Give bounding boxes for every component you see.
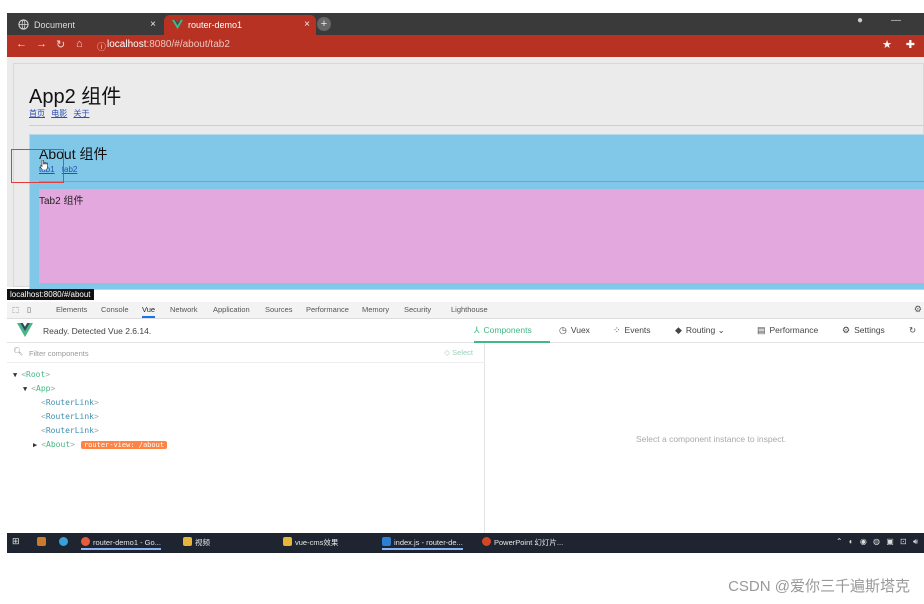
- filter-bar: 🔍︎ Filter components ◇ Select: [7, 343, 485, 363]
- status-url-tooltip: localhost:8080/#/about: [7, 289, 94, 300]
- close-icon[interactable]: ×: [150, 15, 156, 35]
- tree-node-root[interactable]: ▼ <Root>: [13, 370, 50, 379]
- divider: [39, 181, 924, 182]
- vue-logo-icon: [17, 323, 33, 337]
- browser-tab-strip: Document × router-demo1 × + ● —: [7, 13, 924, 35]
- tab-application[interactable]: Application: [213, 305, 250, 314]
- url-host: localhost: [107, 39, 147, 50]
- address-bar: ← → ↻ ⌂ ⓘ localhost:8080/#/about/tab2 ★ …: [7, 35, 924, 57]
- chrome-icon[interactable]: [59, 537, 71, 547]
- vscode-icon: [382, 537, 391, 546]
- taskbar-item-powerpoint[interactable]: PowerPoint 幻灯片...: [482, 537, 563, 548]
- tree-node-routerlink[interactable]: <RouterLink>: [41, 426, 99, 435]
- vue-devtools-header: Ready. Detected Vue 2.6.14. ⅄ Components …: [7, 319, 924, 343]
- tab2-component: Tab2 组件: [39, 189, 924, 283]
- filter-input[interactable]: Filter components: [29, 349, 89, 358]
- settings-icon: ⚙: [842, 325, 851, 335]
- tab-document[interactable]: Document ×: [10, 15, 162, 35]
- tree-node-routerlink[interactable]: <RouterLink>: [41, 412, 99, 421]
- watermark: CSDN @爱你三千遍斯塔克: [728, 578, 910, 595]
- settings-gear-icon[interactable]: ⚙: [914, 304, 922, 315]
- back-arrow-icon[interactable]: ←: [16, 38, 27, 50]
- tab-sources[interactable]: Sources: [265, 305, 293, 314]
- routing-icon: ◆: [675, 325, 682, 335]
- tab-title: router-demo1: [188, 20, 243, 30]
- taskbar-item-browser[interactable]: router-demo1 - Go...: [81, 537, 161, 550]
- tab2-title: Tab2 组件: [39, 196, 84, 207]
- link-about[interactable]: 关于: [73, 109, 89, 118]
- history-icon: ◷: [559, 325, 567, 335]
- star-icon[interactable]: ★: [882, 38, 892, 51]
- app-icon[interactable]: [37, 537, 49, 547]
- hand-cursor-icon: [40, 160, 48, 170]
- forward-arrow-icon[interactable]: →: [36, 38, 47, 50]
- tab-console[interactable]: Console: [101, 305, 129, 314]
- tree-node-routerlink[interactable]: <RouterLink>: [41, 398, 99, 407]
- globe-icon: [18, 19, 29, 30]
- app-nav: 首页 电影 关于: [29, 108, 93, 119]
- tab-memory[interactable]: Memory: [362, 305, 389, 314]
- vue-status: Ready. Detected Vue 2.6.14.: [43, 326, 152, 336]
- chrome-icon: [81, 537, 90, 546]
- component-tree-panel: 🔍︎ Filter components ◇ Select ▼ <Root> ▼ <…: [7, 343, 485, 533]
- taskbar-item-vscode[interactable]: index.js - router-de...: [382, 537, 463, 550]
- folder-icon: [183, 537, 192, 546]
- link-home[interactable]: 首页: [29, 109, 45, 118]
- taskbar-item-folder[interactable]: 视频: [183, 537, 210, 548]
- divider: [29, 125, 924, 126]
- highlight-box: [11, 149, 64, 183]
- tab-security[interactable]: Security: [404, 305, 431, 314]
- page-viewport: App2 组件 首页 电影 关于 About 组件 tab1 tab2 Tab2…: [7, 57, 924, 290]
- about-component: About 组件 tab1 tab2 Tab2 组件: [29, 134, 924, 290]
- url-path: :8080/#/about/tab2: [146, 39, 230, 50]
- refresh-icon[interactable]: ↻: [909, 325, 916, 336]
- minimize-icon[interactable]: —: [891, 15, 901, 26]
- vue-logo-icon: [172, 19, 183, 30]
- tab-performance[interactable]: Performance: [306, 305, 349, 314]
- nav-components[interactable]: ⅄ Components: [474, 325, 532, 336]
- nav-settings[interactable]: ⚙ Settings: [842, 325, 885, 336]
- new-tab-button[interactable]: +: [317, 17, 331, 31]
- tab-vue[interactable]: Vue: [142, 305, 156, 318]
- search-icon: 🔍︎: [13, 347, 24, 356]
- folder-icon: [283, 537, 292, 546]
- tree-node-app[interactable]: ▼ <App>: [23, 384, 55, 393]
- tab-network[interactable]: Network: [170, 305, 198, 314]
- reload-icon[interactable]: ↻: [56, 38, 65, 51]
- inspect-icon[interactable]: ⬚: [12, 305, 19, 314]
- url-field[interactable]: localhost:8080/#/about/tab2: [107, 39, 230, 50]
- select-button[interactable]: ◇ Select: [444, 348, 473, 357]
- components-icon: ⅄: [474, 325, 480, 335]
- app-title: App2 组件: [29, 86, 122, 108]
- close-icon[interactable]: ×: [304, 15, 310, 35]
- taskbar-item-folder[interactable]: vue-cms效果: [283, 537, 338, 548]
- nav-events[interactable]: ⁘ Events: [613, 325, 651, 336]
- windows-taskbar: ⊞ router-demo1 - Go... 视频 vue-cms效果 inde…: [7, 533, 924, 553]
- app-container: App2 组件 首页 电影 关于 About 组件 tab1 tab2 Tab2…: [13, 63, 924, 290]
- tab-router-demo1[interactable]: router-demo1 ×: [164, 15, 316, 35]
- powerpoint-icon: [482, 537, 491, 546]
- nav-vuex[interactable]: ◷ Vuex: [559, 325, 590, 336]
- link-tab2[interactable]: tab2: [62, 165, 78, 174]
- nav-routing[interactable]: ◆ Routing ⌄: [675, 325, 725, 336]
- extensions-icon[interactable]: ✚: [906, 38, 915, 51]
- link-movie[interactable]: 电影: [51, 109, 67, 118]
- tab-title: Document: [34, 20, 76, 30]
- windows-start-icon[interactable]: ⊞: [12, 536, 20, 547]
- device-icon[interactable]: ▯: [27, 305, 31, 314]
- system-tray[interactable]: ⌃ ◐ ◉ ◍ ▣ ⊡ 🔊︎: [836, 537, 920, 547]
- tab-elements[interactable]: Elements: [56, 305, 87, 314]
- info-icon[interactable]: ⓘ: [97, 40, 106, 53]
- home-icon[interactable]: ⌂: [76, 38, 83, 50]
- inspect-hint: Select a component instance to inspect.: [636, 434, 787, 444]
- nav-performance[interactable]: ▤ Performance: [757, 325, 818, 336]
- events-icon: ⁘: [613, 325, 621, 335]
- tree-node-about[interactable]: ▶ <About> router-view: /about: [33, 440, 168, 449]
- inspector-panel: Select a component instance to inspect.: [485, 343, 924, 533]
- tab-lighthouse[interactable]: Lighthouse: [451, 305, 488, 314]
- router-view-badge: router-view: /about: [80, 441, 168, 449]
- performance-icon: ▤: [757, 325, 766, 335]
- devtools-tabs: ⬚ ▯ Elements Console Vue Network Applica…: [7, 302, 924, 319]
- profile-icon[interactable]: ●: [857, 15, 863, 26]
